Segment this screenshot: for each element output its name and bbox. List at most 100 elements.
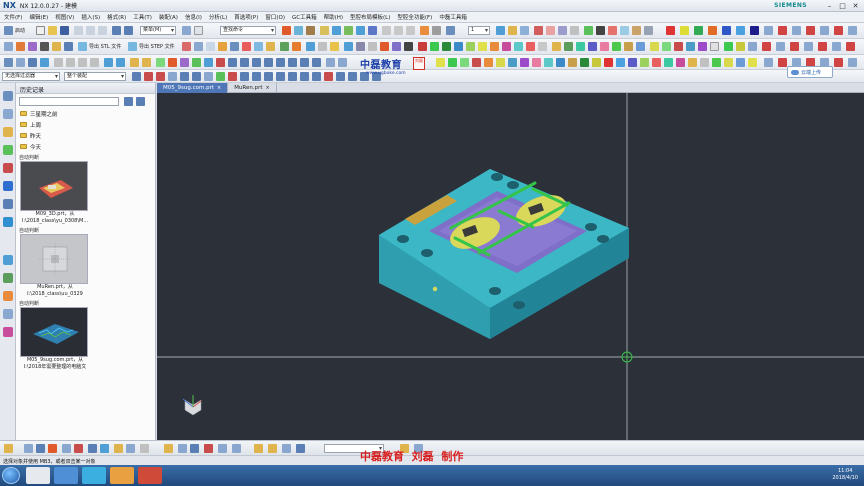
select-feature-icon[interactable] (216, 72, 225, 81)
box-icon[interactable] (332, 26, 341, 35)
revolve-icon[interactable] (306, 26, 315, 35)
view-pan-icon[interactable] (28, 58, 37, 67)
snap-point-icon[interactable] (228, 58, 237, 67)
part-navigator-icon[interactable] (3, 127, 13, 137)
face-color-orange-icon[interactable] (490, 42, 499, 51)
lifter-icon[interactable] (632, 26, 641, 35)
select-annotation-icon[interactable] (300, 72, 309, 81)
wireframe-icon[interactable] (116, 58, 125, 67)
copy-icon[interactable] (86, 26, 95, 35)
new-file-icon[interactable] (36, 26, 45, 35)
history-folder-three-weeks[interactable]: 三星期之前 (16, 108, 155, 119)
reuse-library-icon[interactable] (3, 145, 13, 155)
model-viewport[interactable] (157, 93, 864, 440)
project-curve-icon[interactable] (848, 26, 857, 35)
section-icon[interactable] (520, 26, 529, 35)
process-studio-icon[interactable] (3, 273, 13, 283)
select-sheet-icon[interactable] (264, 72, 273, 81)
face-color-steel-icon[interactable] (636, 42, 645, 51)
extrude-icon[interactable] (294, 26, 303, 35)
tab-close-icon[interactable]: × (266, 85, 270, 91)
helix-icon[interactable] (790, 42, 799, 51)
fill-surface-icon[interactable] (848, 58, 857, 67)
sphere-icon[interactable] (368, 26, 377, 35)
history-filter-select[interactable] (19, 97, 119, 106)
move-object-icon[interactable] (192, 58, 201, 67)
wrap-icon[interactable] (306, 42, 315, 51)
menu-insert[interactable]: 插入(S) (81, 13, 100, 21)
history-view-icon[interactable] (136, 97, 145, 106)
menu-preferences[interactable]: 首选项(P) (234, 13, 258, 21)
thicken-icon[interactable] (266, 42, 275, 51)
intersect-curve-icon[interactable] (804, 42, 813, 51)
studio-surface-icon[interactable] (834, 58, 843, 67)
snap-grid-icon[interactable] (326, 58, 335, 67)
cavity-icon[interactable] (558, 26, 567, 35)
palette-steel-icon[interactable] (556, 58, 565, 67)
history-folder-last-week[interactable]: 上周 (16, 119, 155, 130)
window-icon[interactable] (182, 26, 191, 35)
tab-muren[interactable]: MuRen.prt × (228, 83, 277, 93)
wcs-display-icon[interactable] (218, 444, 227, 453)
wcs-icon[interactable] (204, 58, 213, 67)
close-button[interactable]: ✕ (851, 2, 860, 10)
select-sketch-icon[interactable] (288, 72, 297, 81)
circle-icon[interactable] (806, 26, 815, 35)
transform-icon[interactable] (180, 58, 189, 67)
number-combo[interactable]: 1 (468, 26, 490, 35)
rib-icon[interactable] (330, 42, 339, 51)
undo-icon[interactable] (112, 26, 121, 35)
select-edge-icon[interactable] (192, 72, 201, 81)
command-search-combo[interactable]: 查找命令 (220, 26, 276, 35)
select-lasso-icon[interactable] (324, 72, 333, 81)
replace-face-icon[interactable] (218, 42, 227, 51)
palette-crimson-icon[interactable] (604, 58, 613, 67)
palette-pink-icon[interactable] (532, 58, 541, 67)
layer-icon[interactable] (156, 58, 165, 67)
assembly-navigator-icon[interactable] (3, 91, 13, 101)
face-color-darkgreen-icon[interactable] (442, 42, 451, 51)
hd3d-tools-icon[interactable] (3, 163, 13, 173)
surface-tool-icon[interactable] (764, 58, 773, 67)
menu-window[interactable]: 窗口(O) (265, 13, 285, 21)
open-folder-icon[interactable] (48, 26, 57, 35)
save-icon[interactable] (60, 26, 69, 35)
view-rotate-icon[interactable] (40, 58, 49, 67)
gc-icon[interactable] (596, 26, 605, 35)
hide-icon[interactable] (130, 58, 139, 67)
view-triad-icon[interactable] (182, 395, 202, 416)
palette-orange-icon[interactable] (484, 58, 493, 67)
select-component-icon[interactable] (252, 72, 261, 81)
bridge-curve-icon[interactable] (762, 42, 771, 51)
select-rectangle-icon[interactable] (336, 72, 345, 81)
palette-violet-icon[interactable] (520, 58, 529, 67)
palette-cornflower-icon[interactable] (736, 58, 745, 67)
trim-body-icon[interactable] (182, 42, 191, 51)
face-color-salmon-icon[interactable] (526, 42, 535, 51)
color-green-icon[interactable] (694, 26, 703, 35)
core-icon[interactable] (570, 26, 579, 35)
pocket-icon[interactable] (392, 42, 401, 51)
menu-assembly[interactable]: 装配(A) (159, 13, 178, 21)
palette-gold-icon[interactable] (688, 58, 697, 67)
snap-tangent-icon[interactable] (300, 58, 309, 67)
palette-mustard-icon[interactable] (592, 58, 601, 67)
menu-gc-toolbox[interactable]: GC工具箱 (292, 13, 317, 21)
face-color-tan-icon[interactable] (624, 42, 633, 51)
color-lightblue-icon[interactable] (736, 26, 745, 35)
palette-salmon-icon[interactable] (652, 58, 661, 67)
menu-tools[interactable]: 工具(T) (133, 13, 152, 21)
point-tool-icon[interactable] (254, 444, 263, 453)
face-color-bright-green-icon[interactable] (612, 42, 621, 51)
mirror-icon[interactable] (64, 42, 73, 51)
point-icon[interactable] (28, 42, 37, 51)
feature-icon[interactable] (282, 26, 291, 35)
history-back-icon[interactable] (124, 97, 133, 106)
snap-perpendicular-icon[interactable] (312, 58, 321, 67)
palette-magenta-icon[interactable] (676, 58, 685, 67)
palette-bright-green-icon[interactable] (712, 58, 721, 67)
step-icon[interactable] (128, 42, 137, 51)
browser-app-icon[interactable] (82, 467, 106, 484)
face-color-lemon-icon[interactable] (650, 42, 659, 51)
sketch-line-icon[interactable] (48, 444, 57, 453)
